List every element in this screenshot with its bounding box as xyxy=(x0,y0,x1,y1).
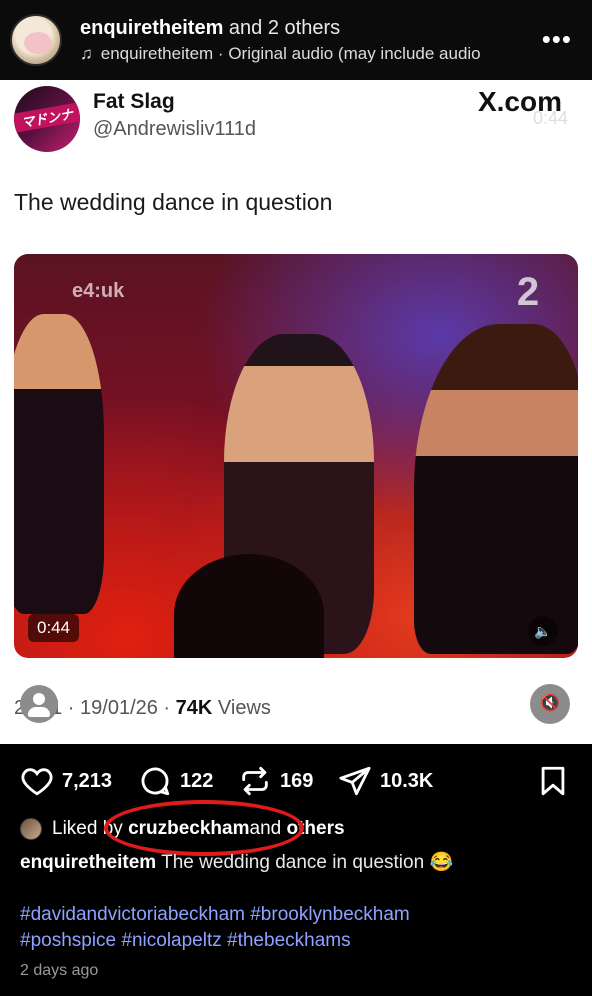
audio-label[interactable]: ♫ enquiretheitem · Original audio (may in… xyxy=(80,44,530,64)
send-icon xyxy=(339,766,371,796)
caption-username[interactable]: enquiretheitem xyxy=(20,852,156,873)
like-button[interactable]: 7,213 xyxy=(20,764,112,798)
bookmark-icon[interactable] xyxy=(536,764,570,803)
account-avatar[interactable] xyxy=(10,14,62,66)
author-username[interactable]: enquiretheitem xyxy=(80,17,223,39)
dancer-right xyxy=(414,324,578,654)
views-label: Views xyxy=(212,697,271,719)
caption-text: The wedding dance in question 😂 xyxy=(156,852,454,873)
repost-button[interactable]: 169 xyxy=(238,764,313,798)
post-header: enquiretheitem and 2 others ♫ enquirethei… xyxy=(0,0,592,80)
music-note-icon: ♫ xyxy=(80,44,93,63)
repost-count: 169 xyxy=(280,769,314,792)
post-timestamp: 2 days ago xyxy=(20,962,99,979)
video-duration: 0:44 xyxy=(28,614,80,642)
channel-badge: 2 xyxy=(516,270,540,314)
brand-timestamp-overlay: 0:44 xyxy=(532,108,568,128)
views-count: 74K xyxy=(175,697,213,719)
like-count: 7,213 xyxy=(62,769,113,792)
channel-logo: e4:uk xyxy=(72,280,125,302)
action-bar: 7,213 122 169 10.3K xyxy=(0,744,592,814)
hashtags: #davidandvictoriabeckham #brooklynbeckha… xyxy=(20,902,410,954)
hashtag-line-1[interactable]: #davidandvictoriabeckham #brooklynbeckha… xyxy=(20,902,410,928)
dancer-left xyxy=(14,314,104,614)
hashtag-line-2[interactable]: #poshspice #nicolapeltz #thebeckhams xyxy=(20,928,410,954)
tweet-avatar: マドンナ xyxy=(14,86,80,152)
meta-date: 1 · 19/01/26 · xyxy=(51,697,176,719)
co-authors[interactable]: and 2 others xyxy=(223,17,340,39)
audio-text: enquiretheitem · Original audio (may inc… xyxy=(100,44,481,63)
tweet-card: マドンナ Fat Slag @Andrewisliv111d X.com 0:4… xyxy=(0,80,592,744)
avatar-logo-text: マドンナ xyxy=(14,102,80,133)
share-count: 10.3K xyxy=(380,769,434,792)
volume-icon[interactable]: 🔈 xyxy=(528,616,558,646)
tweet-handle: @Andrewisliv111d xyxy=(93,118,256,140)
tweet-video[interactable]: e4:uk 2 0:44 🔈 xyxy=(14,254,578,658)
comment-icon xyxy=(141,767,170,796)
comment-count: 122 xyxy=(180,769,214,792)
avatar-art xyxy=(24,32,52,54)
tweet-text: The wedding dance in question xyxy=(14,189,333,215)
mute-icon[interactable]: 🔇 xyxy=(530,684,570,724)
liker-avatar xyxy=(20,818,42,840)
red-annotation-circle xyxy=(104,800,304,856)
post-authors[interactable]: enquiretheitem and 2 others xyxy=(80,17,340,40)
share-button[interactable]: 10.3K xyxy=(338,764,433,798)
more-icon[interactable]: ••• xyxy=(542,24,572,55)
post-caption: enquiretheitem The wedding dance in ques… xyxy=(20,850,453,874)
tweet-display-name: Fat Slag xyxy=(93,90,175,113)
heart-icon xyxy=(21,768,53,796)
comment-button[interactable]: 122 xyxy=(138,764,213,798)
person-icon[interactable] xyxy=(20,685,58,723)
repost-icon xyxy=(242,766,268,796)
